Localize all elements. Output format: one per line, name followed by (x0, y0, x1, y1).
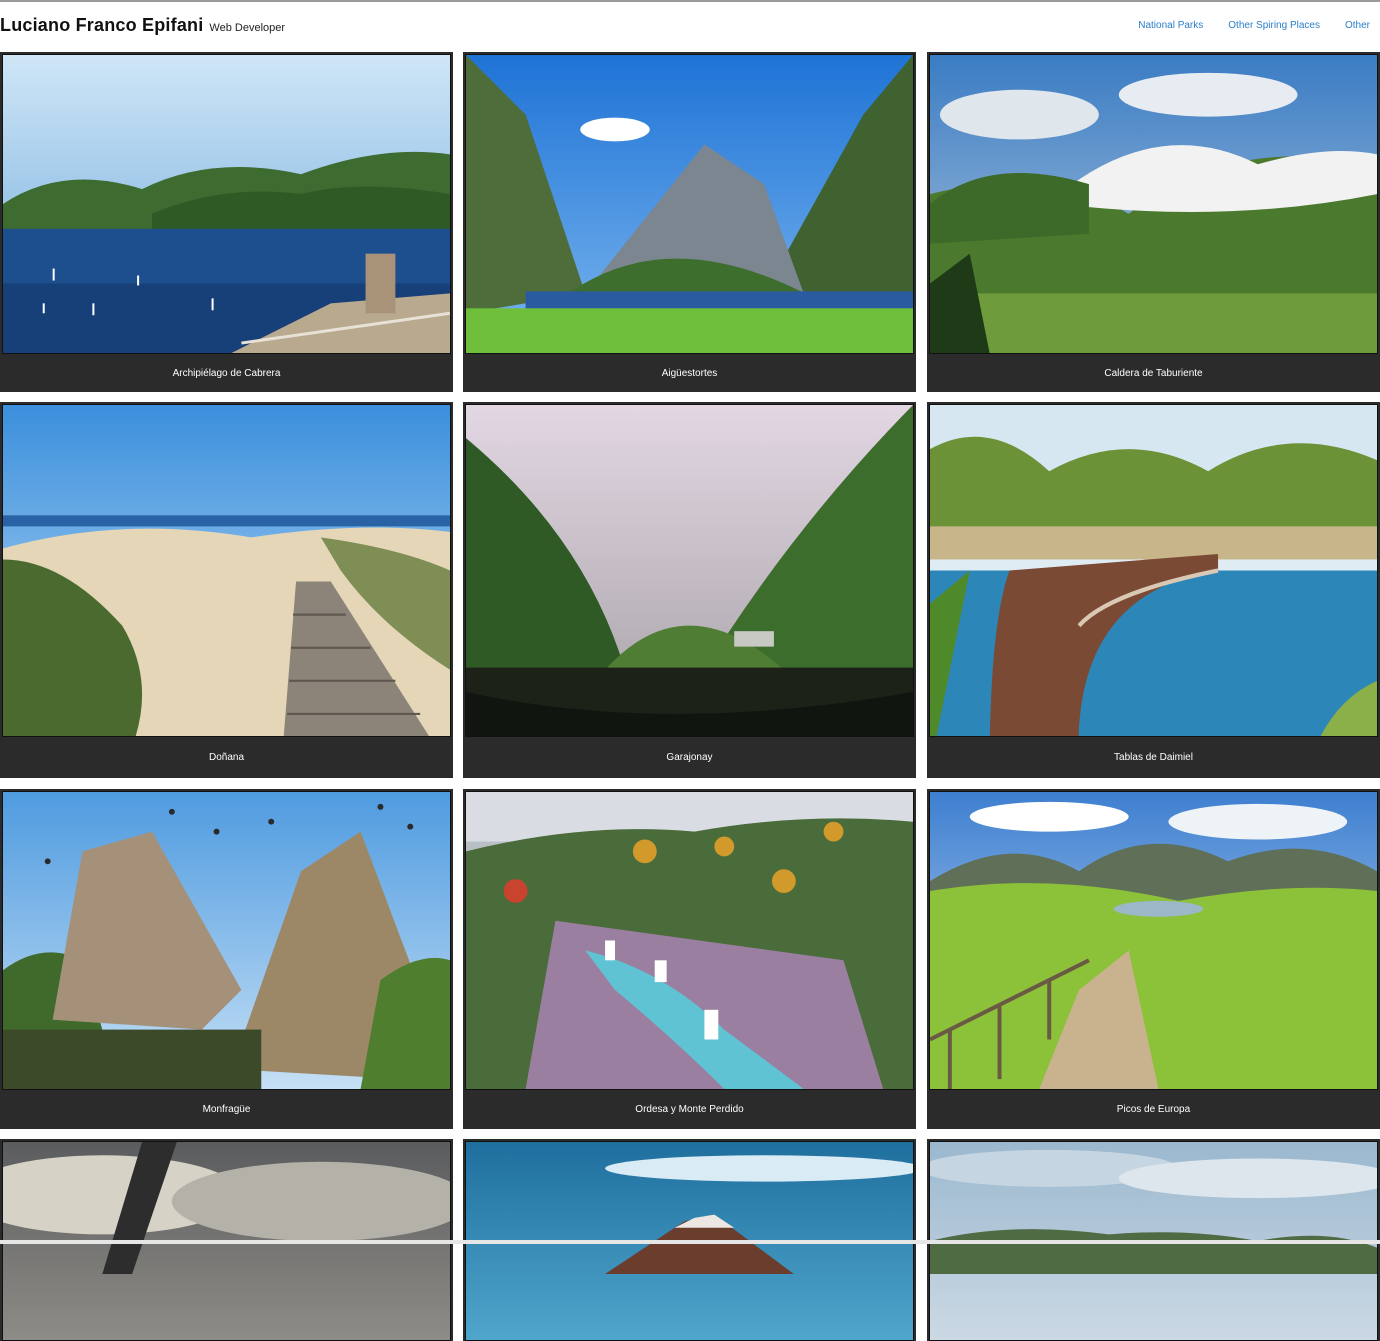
park-photo (929, 791, 1378, 1090)
park-card[interactable]: Monfragüe (0, 789, 453, 1129)
site-subtitle: Web Developer (209, 21, 286, 34)
nav-link-other[interactable]: Other (1345, 20, 1370, 31)
park-photo (929, 404, 1378, 737)
park-photo (2, 791, 451, 1090)
park-caption: Picos de Europa (1116, 1104, 1191, 1115)
park-caption: Monfragüe (202, 1104, 251, 1115)
park-card[interactable]: Garajonay (463, 402, 916, 778)
nav-link-other-spiring-places[interactable]: Other Spiring Places (1228, 20, 1320, 31)
park-photo (929, 54, 1378, 354)
park-card[interactable]: Aigüestortes (463, 52, 916, 392)
park-card[interactable]: Caldera de Taburiente (927, 52, 1380, 392)
park-photo (465, 791, 914, 1090)
park-card[interactable]: Tablas de Daimiel (927, 402, 1380, 778)
park-caption: Doñana (208, 752, 245, 763)
park-photo (2, 54, 451, 354)
park-caption: Aigüestortes (661, 367, 718, 379)
park-photo (465, 54, 914, 354)
park-photo (2, 404, 451, 737)
park-photo (465, 404, 914, 737)
park-caption: Caldera de Taburiente (1104, 367, 1203, 379)
brand: Luciano Franco Epifani Web Developer (0, 15, 285, 36)
site-title[interactable]: Luciano Franco Epifani (0, 15, 203, 36)
main-nav: National Parks Other Spiring Places Othe… (1138, 20, 1380, 31)
park-caption: Garajonay (666, 752, 713, 763)
park-card[interactable]: Ordesa y Monte Perdido (463, 789, 916, 1129)
viewport-bottom-edge (0, 1240, 1380, 1244)
park-caption: Ordesa y Monte Perdido (635, 1104, 744, 1115)
park-card[interactable]: Picos de Europa (927, 789, 1380, 1129)
park-card[interactable]: Doñana (0, 402, 453, 778)
park-card[interactable]: Archipiélago de Cabrera (0, 52, 453, 392)
park-caption: Archipiélago de Cabrera (172, 367, 281, 379)
site-header: Luciano Franco Epifani Web Developer Nat… (0, 2, 1380, 48)
nav-link-national-parks[interactable]: National Parks (1138, 20, 1203, 31)
park-caption: Tablas de Daimiel (1114, 752, 1193, 763)
